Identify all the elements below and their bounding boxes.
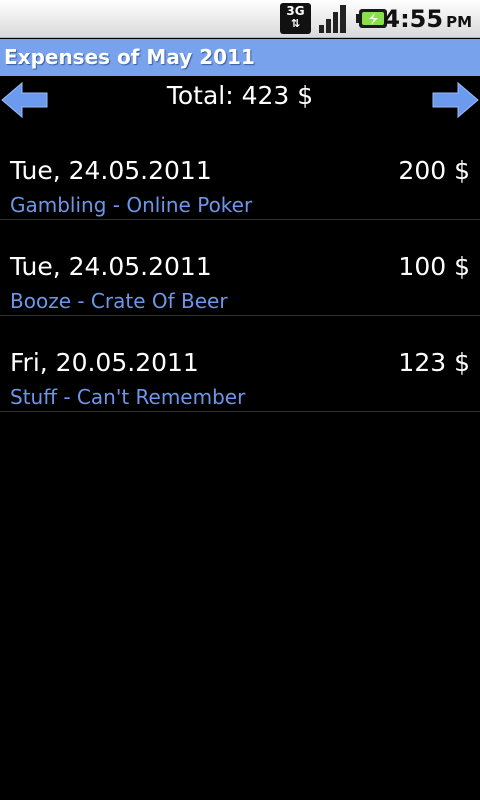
arrow-right-icon[interactable] [430,80,480,120]
expense-description: Gambling - Online Poker [10,193,253,217]
total-amount: Total: 423 $ [166,81,314,110]
network-3g-icon: 3G ⇅ [280,3,311,34]
data-activity-icon: ⇅ [290,17,301,30]
expense-row[interactable]: Tue, 24.05.2011 200 $ Gambling - Online … [0,124,480,220]
expense-description: Booze - Crate Of Beer [10,289,228,313]
title-bar: Expenses of May 2011 [0,39,480,76]
clock-ampm: PM [446,13,472,31]
expense-list: Tue, 24.05.2011 200 $ Gambling - Online … [0,124,480,412]
signal-strength-icon [319,5,346,33]
page-title: Expenses of May 2011 [4,45,255,69]
month-navigation: Total: 423 $ [0,76,480,124]
arrow-left-icon[interactable] [0,80,50,120]
expense-date: Tue, 24.05.2011 [10,156,212,185]
expense-date: Tue, 24.05.2011 [10,252,212,281]
expense-row[interactable]: Tue, 24.05.2011 100 $ Booze - Crate Of B… [0,220,480,316]
expense-row[interactable]: Fri, 20.05.2011 123 $ Stuff - Can't Reme… [0,316,480,412]
expense-amount: 123 $ [398,348,470,377]
expense-amount: 200 $ [398,156,470,185]
expense-description: Stuff - Can't Remember [10,385,246,409]
expense-amount: 100 $ [398,252,470,281]
expense-date: Fri, 20.05.2011 [10,348,199,377]
status-bar: 3G ⇅ 4:55 PM [0,0,480,38]
clock: 4:55 PM [383,5,472,33]
clock-time: 4:55 [383,5,444,33]
